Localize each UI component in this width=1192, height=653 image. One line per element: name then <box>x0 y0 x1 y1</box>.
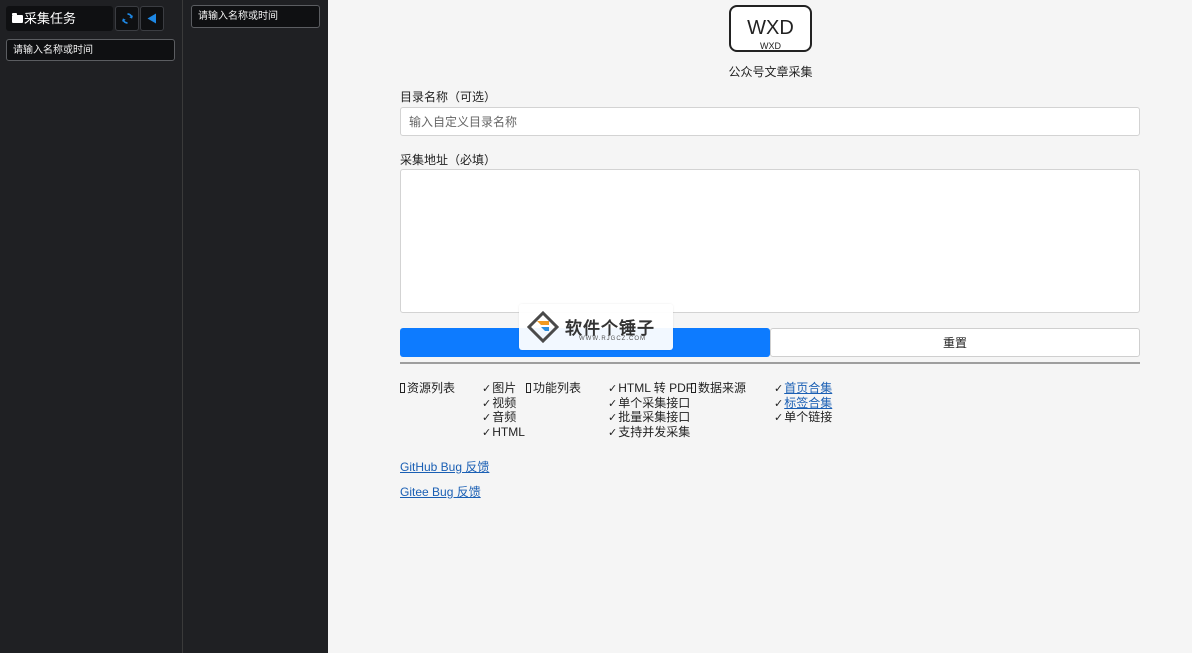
check-icon: ✓ <box>482 412 492 424</box>
record-search-input[interactable] <box>191 5 320 28</box>
watermark-logo-icon <box>527 311 559 343</box>
logo-subtext: WXD <box>760 41 781 51</box>
refresh-icon <box>121 13 133 24</box>
dir-name-input[interactable] <box>400 107 1140 136</box>
app-subtitle: 公众号文章采集 <box>728 65 813 79</box>
list-item: ✓标签合集 <box>774 396 832 412</box>
task-sidebar: 采集任务 <box>0 0 183 653</box>
list-item: ✓首页合集 <box>774 381 832 397</box>
record-sidebar <box>183 0 328 653</box>
source-list: ✓首页合集 ✓标签合集 ✓单个链接 <box>774 381 833 426</box>
collapse-button[interactable] <box>140 6 164 31</box>
list-item: ✓HTML <box>482 424 525 439</box>
check-icon: ✓ <box>608 412 618 424</box>
box-icon <box>526 383 531 393</box>
source-link-home[interactable]: 首页合集 <box>784 381 832 395</box>
check-icon: ✓ <box>482 426 492 439</box>
dir-name-label: 目录名称（可选） <box>400 90 497 104</box>
list-item: ✓支持并发采集 <box>608 424 691 439</box>
task-title: 采集任务 <box>6 6 113 31</box>
folder-icon <box>12 13 23 23</box>
source-list-heading: 数据来源 <box>691 381 746 396</box>
watermark-url: WWW.RJGCZ.COM <box>579 336 646 342</box>
url-label: 采集地址（必填） <box>400 153 497 167</box>
resource-list-heading: 资源列表 <box>400 381 455 396</box>
list-item: ✓批量采集接口 <box>608 410 691 424</box>
divider <box>400 362 1140 364</box>
box-icon <box>400 383 405 393</box>
source-link-tag[interactable]: 标签合集 <box>784 396 832 410</box>
gitee-feedback-link[interactable]: Gitee Bug 反馈 <box>400 483 481 500</box>
check-icon: ✓ <box>608 383 618 395</box>
refresh-button[interactable] <box>115 6 139 31</box>
url-textarea[interactable] <box>400 169 1140 313</box>
task-search-input[interactable] <box>6 39 175 61</box>
list-item: ✓单个链接 <box>774 410 833 424</box>
check-icon: ✓ <box>774 397 784 410</box>
check-icon: ✓ <box>608 426 618 439</box>
check-icon: ✓ <box>482 397 492 410</box>
watermark: 软件个锤子 WWW.RJGCZ.COM <box>519 304 673 350</box>
list-item: ✓单个采集接口 <box>608 395 691 410</box>
check-icon: ✓ <box>482 383 492 395</box>
list-item: ✓音频 <box>482 410 517 424</box>
app-logo: WXD WXD <box>729 5 812 52</box>
list-item: ✓图片 <box>482 381 517 395</box>
function-list: ✓HTML 转 PDF ✓单个采集接口 ✓批量采集接口 ✓支持并发采集 <box>608 381 694 440</box>
function-list-heading: 功能列表 <box>526 381 581 396</box>
box-icon <box>691 383 696 393</box>
task-title-label: 采集任务 <box>24 11 77 26</box>
list-item: ✓视频 <box>482 395 517 410</box>
reset-button[interactable]: 重置 <box>770 328 1140 357</box>
triangle-left-icon <box>147 13 156 24</box>
main-panel: WXD WXD 公众号文章采集 目录名称（可选） 采集地址（必填） 重置 资源列… <box>328 0 1192 653</box>
check-icon: ✓ <box>608 397 618 410</box>
check-icon: ✓ <box>774 383 784 395</box>
resource-list: ✓图片 ✓视频 ✓音频 ✓HTML <box>482 381 525 440</box>
github-feedback-link[interactable]: GitHub Bug 反馈 <box>400 458 489 475</box>
logo-text: WXD <box>747 17 794 39</box>
list-item: ✓HTML 转 PDF <box>608 381 694 395</box>
check-icon: ✓ <box>774 412 784 424</box>
